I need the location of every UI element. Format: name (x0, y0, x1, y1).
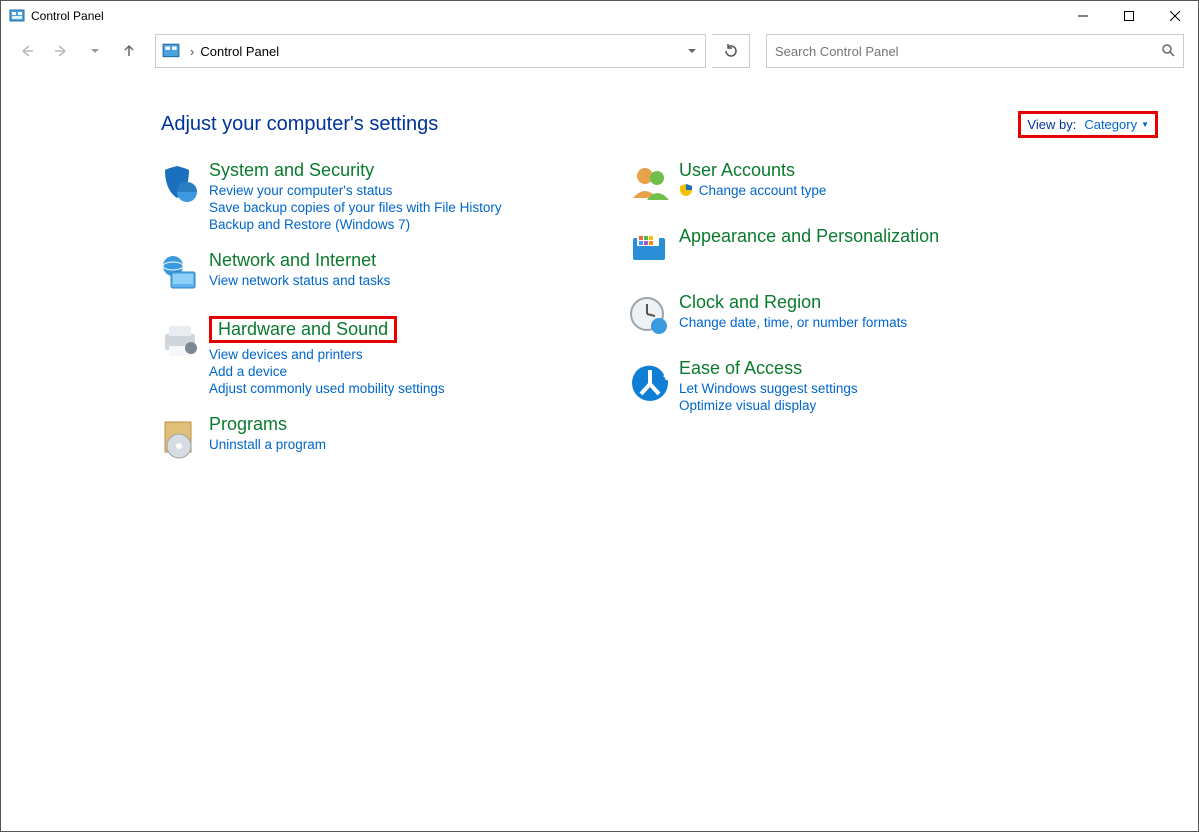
address-dropdown[interactable] (679, 35, 705, 67)
toolbar: › Control Panel (1, 31, 1198, 71)
window-title: Control Panel (31, 9, 104, 23)
dropdown-arrow-icon: ▼ (1141, 120, 1149, 129)
back-button[interactable] (13, 37, 41, 65)
breadcrumb-item[interactable]: Control Panel (200, 44, 279, 59)
category-link[interactable]: Review your computer's status (209, 183, 502, 198)
uac-shield-icon (679, 183, 693, 200)
category-title[interactable]: Hardware and Sound (209, 316, 397, 343)
ease-of-access-icon (621, 358, 679, 413)
category-link[interactable]: Optimize visual display (679, 398, 858, 413)
category-title[interactable]: System and Security (209, 160, 502, 181)
category-link[interactable]: View network status and tasks (209, 273, 390, 288)
category-hardware-sound: Hardware and Sound View devices and prin… (151, 316, 581, 396)
right-column: User Accounts Change account type Appear… (621, 160, 1051, 480)
recent-locations-button[interactable] (81, 37, 109, 65)
category-title[interactable]: User Accounts (679, 160, 826, 181)
window: Control Panel › Control Panel Adjust y (0, 0, 1199, 832)
category-clock-region: Clock and Region Change date, time, or n… (621, 292, 1051, 340)
category-ease-of-access: Ease of Access Let Windows suggest setti… (621, 358, 1051, 413)
maximize-button[interactable] (1106, 1, 1152, 31)
control-panel-icon (162, 42, 180, 60)
category-title[interactable]: Programs (209, 414, 326, 435)
category-link[interactable]: Let Windows suggest settings (679, 381, 858, 396)
minimize-button[interactable] (1060, 1, 1106, 31)
monitor-colors-icon (621, 226, 679, 274)
search-box[interactable] (766, 34, 1184, 68)
search-icon (1161, 43, 1175, 60)
disc-box-icon (151, 414, 209, 462)
category-user-accounts: User Accounts Change account type (621, 160, 1051, 208)
left-column: System and Security Review your computer… (151, 160, 581, 480)
category-title[interactable]: Appearance and Personalization (679, 226, 939, 247)
titlebar: Control Panel (1, 1, 1198, 31)
printer-icon (151, 316, 209, 396)
category-title[interactable]: Network and Internet (209, 250, 390, 271)
control-panel-icon (9, 8, 25, 24)
view-by-label: View by: (1027, 117, 1076, 132)
breadcrumb-separator: › (190, 44, 194, 59)
search-input[interactable] (775, 44, 1161, 59)
people-icon (621, 160, 679, 208)
category-link[interactable]: Change account type (679, 183, 826, 200)
address-bar[interactable]: › Control Panel (155, 34, 706, 68)
content-area: Adjust your computer's settings View by:… (1, 71, 1198, 831)
shield-globe-icon (151, 160, 209, 232)
category-link[interactable]: Uninstall a program (209, 437, 326, 452)
header-row: Adjust your computer's settings View by:… (161, 111, 1158, 138)
view-by-value: Category (1084, 117, 1137, 132)
category-link[interactable]: Adjust commonly used mobility settings (209, 381, 445, 396)
category-link[interactable]: Change date, time, or number formats (679, 315, 907, 330)
category-link-text: Change account type (699, 183, 827, 198)
category-columns: System and Security Review your computer… (151, 160, 1158, 480)
up-button[interactable] (115, 37, 143, 65)
category-link[interactable]: View devices and printers (209, 347, 445, 362)
category-title[interactable]: Clock and Region (679, 292, 907, 313)
category-link[interactable]: Save backup copies of your files with Fi… (209, 200, 502, 215)
category-link[interactable]: Add a device (209, 364, 445, 379)
refresh-button[interactable] (712, 34, 750, 68)
view-by-selector[interactable]: View by: Category ▼ (1018, 111, 1158, 138)
category-programs: Programs Uninstall a program (151, 414, 581, 462)
forward-button[interactable] (47, 37, 75, 65)
globe-monitor-icon (151, 250, 209, 298)
category-appearance-personalization: Appearance and Personalization (621, 226, 1051, 274)
close-button[interactable] (1152, 1, 1198, 31)
category-title[interactable]: Ease of Access (679, 358, 858, 379)
page-heading: Adjust your computer's settings (161, 113, 438, 136)
category-network-internet: Network and Internet View network status… (151, 250, 581, 298)
category-link[interactable]: Backup and Restore (Windows 7) (209, 217, 502, 232)
category-system-security: System and Security Review your computer… (151, 160, 581, 232)
clock-globe-icon (621, 292, 679, 340)
